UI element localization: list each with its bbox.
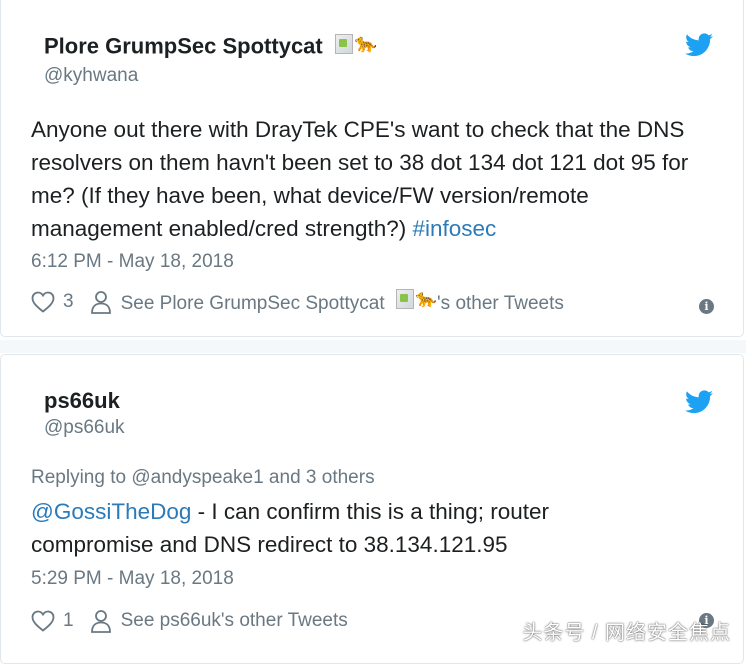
info-icon[interactable]: i [699,299,714,314]
tweet-timestamp[interactable]: 5:29 PM - May 18, 2018 [31,568,234,590]
replying-to[interactable]: Replying to @andyspeake1 and 3 others [31,467,375,489]
mention-link[interactable]: @GossiTheDog [31,499,191,524]
tweet-actions: 3 See Plore GrumpSec Spottycat 🐆 's othe… [31,289,564,315]
like-count[interactable]: 3 [63,291,74,313]
leopard-emoji-icon: 🐆 [354,33,378,53]
like-count[interactable]: 1 [63,610,74,632]
tweet-divider [0,340,746,353]
author-handle[interactable]: @kyhwana [44,65,138,87]
broken-image-icon [334,33,353,54]
tweet-card-1: Plore GrumpSec Spottycat 🐆 @kyhwana Anyo… [0,0,744,337]
broken-image-icon [395,289,414,309]
see-other-tweets-link[interactable]: See ps66uk's other Tweets [121,610,348,632]
author-name[interactable]: ps66uk [44,388,120,414]
hashtag-link[interactable]: #infosec [413,216,497,241]
tweet-timestamp[interactable]: 6:12 PM - May 18, 2018 [31,251,234,273]
watermark: 头条号 / 网络安全焦点 [522,622,731,644]
tweet-text: Anyone out there with DrayTek CPE's want… [31,117,689,241]
heart-icon[interactable] [31,291,55,313]
tweet-actions: 1 See ps66uk's other Tweets [31,609,348,633]
name-badges: 🐆 [334,33,378,54]
tweet-text: @GossiTheDog - I can confirm this is a t… [31,499,550,557]
person-icon [90,291,111,314]
see-other-tweets-link[interactable]: See Plore GrumpSec Spottycat 🐆 's other … [121,289,564,315]
person-icon [90,610,111,633]
twitter-bird-icon[interactable] [685,33,713,57]
author-name[interactable]: Plore GrumpSec Spottycat 🐆 [44,33,377,60]
see-other-badges: 🐆 [395,289,438,309]
heart-icon[interactable] [31,610,55,632]
leopard-emoji-icon: 🐆 [415,289,438,308]
author-handle[interactable]: @ps66uk [44,417,125,439]
twitter-bird-icon[interactable] [685,390,713,414]
